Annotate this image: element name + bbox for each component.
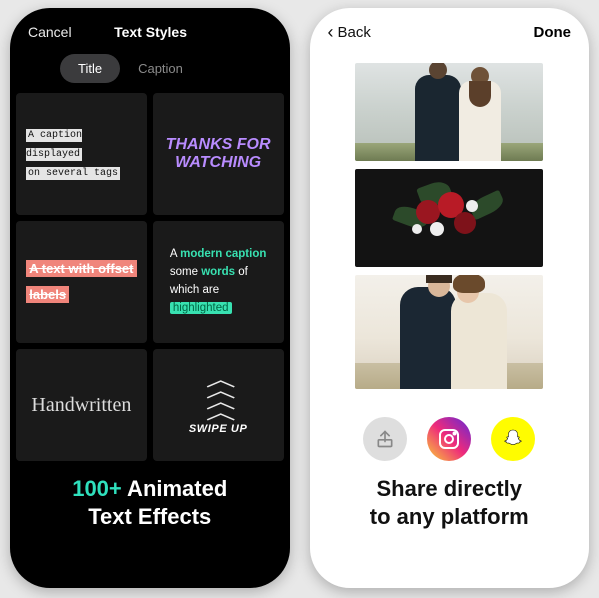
header: ‹ Back Done [310, 8, 590, 47]
story-canvas [345, 53, 553, 399]
style-tile-handwritten[interactable]: Handwritten [16, 349, 147, 461]
style-tile-swipe-up[interactable]: ︿︿︿︿ SWIPE UP [153, 349, 284, 461]
photo-bouquet [355, 169, 543, 267]
snapchat-icon [501, 427, 525, 451]
photo-couple-beach [355, 275, 543, 389]
page-title: Text Styles [114, 24, 187, 40]
style-tabs: Title Caption [10, 54, 290, 83]
style-tile-thanks[interactable]: THANKS FOR WATCHING [153, 93, 284, 215]
instagram-icon [437, 427, 461, 451]
text-styles-screen: Cancel Text Styles Title Caption A capti… [10, 8, 290, 588]
cancel-button[interactable]: Cancel [28, 24, 72, 40]
chevron-left-icon: ‹ [328, 22, 334, 43]
instagram-button[interactable] [427, 417, 471, 461]
header: Cancel Text Styles [10, 8, 290, 46]
tab-title[interactable]: Title [60, 54, 120, 83]
chevron-up-icon: ︿︿︿︿ [210, 375, 227, 419]
share-icon [375, 429, 395, 449]
share-button[interactable] [363, 417, 407, 461]
headline: 100+ Animated Text Effects [10, 461, 290, 530]
share-targets [310, 417, 590, 461]
style-tile-modern[interactable]: A modern caption some words of which are… [153, 221, 284, 343]
style-grid: A caption displayed on several tags THAN… [10, 93, 290, 461]
tab-caption[interactable]: Caption [120, 54, 201, 83]
headline: Share directly to any platform [310, 461, 590, 530]
share-screen: ‹ Back Done [310, 8, 590, 588]
photo-couple-field [355, 63, 543, 161]
style-tile-offset[interactable]: A text with offset labels [16, 221, 147, 343]
done-button[interactable]: Done [534, 24, 572, 41]
snapchat-button[interactable] [491, 417, 535, 461]
style-tile-caption-tags[interactable]: A caption displayed on several tags [16, 93, 147, 215]
back-button[interactable]: ‹ Back [328, 22, 371, 43]
